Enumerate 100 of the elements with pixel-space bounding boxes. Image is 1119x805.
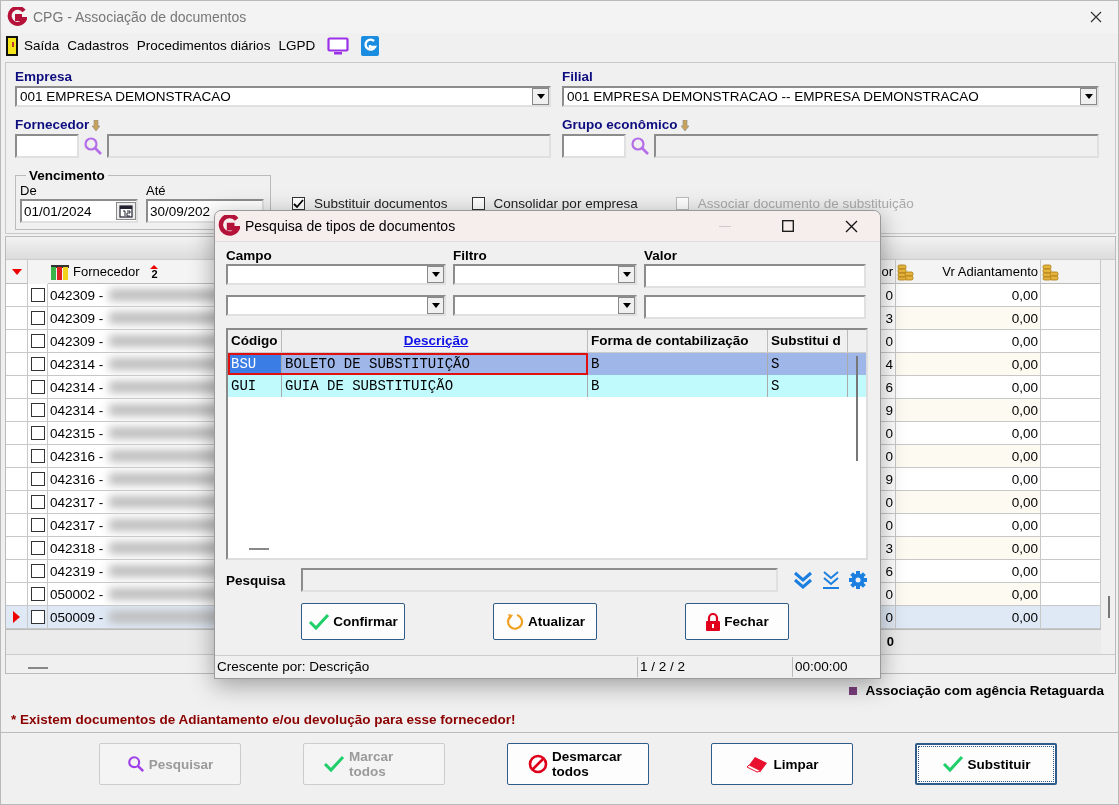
column-header[interactable]: Vr Adiantamento bbox=[942, 264, 1038, 279]
row-checkbox[interactable] bbox=[30, 426, 45, 440]
coins-icon bbox=[897, 262, 915, 281]
column-header[interactable]: Descrição bbox=[282, 330, 588, 352]
column-header[interactable]: Forma de contabilização bbox=[588, 330, 768, 352]
field-label: De bbox=[20, 183, 38, 199]
dialog-button[interactable]: Confirmar bbox=[301, 603, 405, 640]
row-checkbox[interactable] bbox=[30, 610, 45, 624]
value-field[interactable] bbox=[644, 295, 866, 319]
dropdown-arrow-icon bbox=[431, 303, 440, 308]
logo-icon[interactable] bbox=[361, 35, 380, 56]
table-cell: 042314 - bbox=[50, 379, 104, 395]
table-cell[interactable]: GUIA DE SUBSTITUIÇÃO bbox=[282, 375, 588, 397]
column-header[interactable]: Código bbox=[228, 330, 282, 352]
field-label: Campo bbox=[226, 248, 273, 263]
column-header[interactable]: Substitui d bbox=[768, 330, 848, 352]
branch-dropdown[interactable]: 001 EMPRESA DEMONSTRACAO -- EMPRESA DEMONSTRACAO bbox=[562, 86, 1099, 107]
table-cell[interactable]: B bbox=[588, 375, 768, 397]
row-checkbox[interactable] bbox=[30, 357, 45, 371]
checkmark-icon bbox=[323, 755, 345, 773]
code-field[interactable] bbox=[15, 134, 79, 158]
search-icon bbox=[126, 755, 145, 773]
row-checkbox[interactable] bbox=[30, 587, 45, 601]
checkbox[interactable] bbox=[292, 197, 305, 210]
calendar-button[interactable] bbox=[116, 202, 136, 220]
row-checkbox[interactable] bbox=[30, 541, 45, 555]
dropdown-arrow-icon bbox=[431, 272, 440, 277]
row-checkbox[interactable] bbox=[30, 311, 45, 325]
row-checkbox[interactable] bbox=[30, 518, 45, 532]
field-dropdown[interactable] bbox=[226, 295, 446, 316]
table-cell: 042315 - bbox=[50, 425, 104, 441]
table-cell: 042318 - bbox=[50, 540, 104, 556]
settings-icon[interactable] bbox=[848, 570, 868, 590]
action-button[interactable]: Desmarcar todos bbox=[507, 743, 649, 785]
chevron-to-bottom-icon[interactable] bbox=[820, 570, 842, 590]
row-checkbox[interactable] bbox=[30, 449, 45, 463]
menu-item[interactable]: Saída bbox=[24, 38, 60, 53]
table-cell: 0,00 bbox=[896, 399, 1041, 422]
group-title: Vencimento bbox=[28, 168, 106, 183]
table-cell: 0,00 bbox=[896, 307, 1041, 330]
field-label: Grupo econômico bbox=[562, 116, 678, 134]
status-text: Crescente por: Descrição bbox=[215, 657, 638, 677]
table-cell[interactable]: S bbox=[768, 375, 848, 397]
checkbox[interactable] bbox=[471, 197, 485, 210]
maximize-icon[interactable] bbox=[782, 220, 794, 232]
field-label: Empresa bbox=[15, 68, 74, 86]
row-checkbox[interactable] bbox=[30, 472, 45, 486]
dialog-button[interactable]: Fechar bbox=[685, 603, 789, 640]
table-cell: 042309 - bbox=[50, 310, 104, 326]
field-label: Valor bbox=[644, 248, 679, 263]
row-checkbox[interactable] bbox=[30, 495, 45, 509]
table-cell: 0,00 bbox=[896, 353, 1041, 376]
row-checkbox[interactable] bbox=[30, 564, 45, 578]
refresh-icon bbox=[505, 611, 525, 632]
scrollbar-thumb[interactable] bbox=[1108, 596, 1110, 618]
field-dropdown[interactable] bbox=[226, 264, 446, 285]
close-icon[interactable] bbox=[1090, 11, 1102, 23]
company-dropdown[interactable]: 001 EMPRESA DEMONSTRACAO bbox=[15, 86, 551, 107]
row-checkbox[interactable] bbox=[30, 403, 45, 417]
legend-square-icon bbox=[849, 686, 858, 695]
checkmark-icon bbox=[308, 612, 331, 631]
search-field[interactable] bbox=[301, 568, 778, 592]
scrollbar-thumb[interactable] bbox=[856, 356, 858, 461]
menu-item[interactable]: Cadastros bbox=[67, 38, 129, 53]
scrollbar-thumb[interactable] bbox=[249, 548, 269, 550]
close-icon[interactable] bbox=[845, 219, 858, 233]
door-icon bbox=[6, 35, 18, 56]
action-button[interactable]: Limpar bbox=[711, 743, 853, 785]
row-checkbox[interactable] bbox=[30, 380, 45, 394]
table-cell[interactable]: BSU bbox=[228, 353, 282, 375]
value-field[interactable] bbox=[644, 264, 866, 288]
field-label: Fornecedor bbox=[15, 116, 90, 134]
total-value: 0 bbox=[886, 634, 894, 649]
menu-item[interactable]: Procedimentos diários bbox=[136, 38, 271, 53]
filter-dropdown[interactable] bbox=[453, 295, 637, 316]
no-entry-icon bbox=[528, 754, 548, 774]
search-icon[interactable] bbox=[83, 136, 103, 156]
calendar-icon bbox=[119, 204, 133, 218]
column-header[interactable]: or bbox=[881, 264, 893, 279]
logo-icon bbox=[218, 215, 240, 237]
table-cell: 050009 - bbox=[50, 609, 104, 625]
row-checkbox[interactable] bbox=[30, 334, 45, 348]
action-button[interactable]: Substituir bbox=[915, 743, 1057, 785]
table-cell: 042316 - bbox=[50, 471, 104, 487]
double-chevron-down-icon[interactable] bbox=[792, 570, 814, 590]
status-text: 00:00:00 bbox=[794, 658, 849, 676]
column-header[interactable]: Fornecedor bbox=[73, 264, 140, 279]
legend-label: Associação com agência Retaguarda bbox=[865, 683, 1104, 698]
warning-message: * Existem documentos de Adiantamento e/ou devolução para esse fornecedor! bbox=[11, 712, 516, 727]
code-field[interactable] bbox=[562, 134, 626, 158]
search-icon[interactable] bbox=[630, 136, 650, 156]
monitor-icon[interactable] bbox=[327, 36, 350, 55]
table-cell[interactable]: GUI bbox=[228, 375, 282, 397]
dialog-button[interactable]: Atualizar bbox=[493, 603, 597, 640]
scrollbar-thumb[interactable] bbox=[28, 667, 48, 669]
dropdown-arrow-icon bbox=[622, 303, 631, 308]
menu-item[interactable]: LGPD bbox=[278, 38, 316, 53]
filter-dropdown[interactable] bbox=[453, 264, 637, 285]
row-checkbox[interactable] bbox=[30, 288, 45, 302]
field-label: Filtro bbox=[453, 248, 488, 263]
